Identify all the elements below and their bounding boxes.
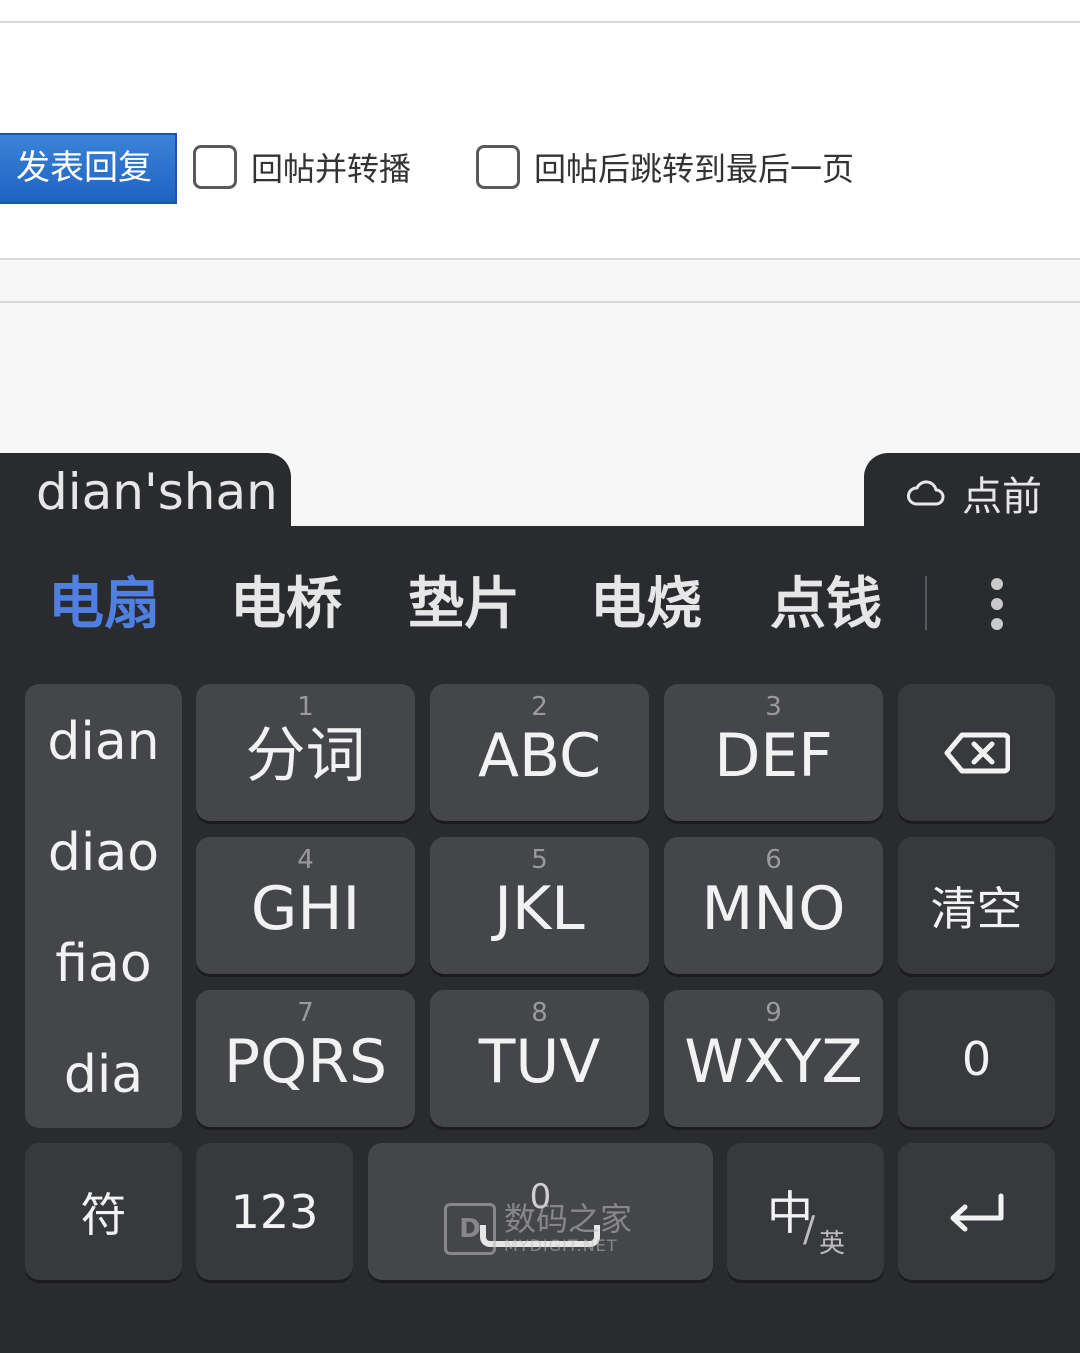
candidate-item[interactable]: 点钱: [770, 560, 882, 650]
key-label: WXYZ: [684, 1027, 863, 1097]
key-4[interactable]: 4 GHI: [196, 837, 415, 974]
key-number: 7: [297, 998, 314, 1028]
divider: [0, 21, 1080, 23]
key-label: GHI: [250, 874, 361, 944]
jump-last-page-option[interactable]: 回帖后跳转到最后一页: [476, 145, 854, 189]
watermark-en: MYDIGIT.NET: [504, 1236, 618, 1255]
key-1[interactable]: 1 分词: [196, 684, 415, 821]
cloud-candidate-text: 点前: [962, 474, 1042, 520]
key-number: 5: [531, 845, 548, 875]
key-label: DEF: [714, 721, 833, 791]
lang-slash: /: [803, 1209, 816, 1250]
key-5[interactable]: 5 JKL: [430, 837, 649, 974]
candidate-bar: 电扇 电桥 垫片 电烧 点钱: [0, 560, 1080, 650]
key-3[interactable]: 3 DEF: [664, 684, 883, 821]
cloud-candidate[interactable]: 点前: [864, 453, 1080, 533]
lang-sub-label: 英: [819, 1229, 846, 1259]
pinyin-option[interactable]: diao: [25, 823, 182, 883]
candidate-item[interactable]: 电烧: [590, 560, 702, 650]
key-label: JKL: [494, 874, 585, 944]
pinyin-option[interactable]: dia: [25, 1045, 182, 1105]
zero-key[interactable]: 0: [898, 990, 1055, 1127]
more-vertical-icon[interactable]: [985, 578, 1009, 630]
candidate-item[interactable]: 垫片: [408, 560, 520, 650]
enter-icon: [950, 1193, 1003, 1231]
key-number: 2: [531, 692, 548, 722]
symbol-label: 符: [80, 1187, 127, 1242]
key-label: PQRS: [223, 1027, 388, 1097]
pinyin-list: dian diao fiao dia: [25, 684, 182, 1128]
key-label: TUV: [478, 1027, 601, 1097]
enter-key[interactable]: [898, 1143, 1055, 1280]
key-number: 9: [765, 998, 782, 1028]
key-7[interactable]: 7 PQRS: [196, 990, 415, 1127]
key-8[interactable]: 8 TUV: [430, 990, 649, 1127]
candidate-separator: [925, 576, 927, 630]
key-number: 8: [531, 998, 548, 1028]
zero-label: 0: [961, 1031, 992, 1086]
key-label: ABC: [477, 721, 602, 791]
key-label: 分词: [245, 721, 366, 791]
divider: [0, 301, 1080, 303]
repost-label: 回帖并转播: [251, 150, 412, 188]
key-number: 6: [765, 845, 782, 875]
pinyin-option[interactable]: dian: [25, 712, 182, 772]
watermark-logo: D: [444, 1202, 496, 1255]
key-number: 1: [297, 692, 314, 722]
symbol-key[interactable]: 符: [25, 1143, 182, 1280]
key-number: 3: [765, 692, 782, 722]
numeric-key[interactable]: 123: [196, 1143, 353, 1280]
jump-last-page-checkbox[interactable]: [476, 145, 520, 189]
composition-text: dian'shan: [0, 453, 291, 533]
repost-checkbox[interactable]: [193, 145, 237, 189]
submit-reply-button[interactable]: 发表回复: [0, 133, 177, 204]
candidate-item[interactable]: 电桥: [230, 560, 342, 650]
backspace-icon: [944, 732, 1010, 773]
clear-key[interactable]: 清空: [898, 837, 1055, 974]
key-2[interactable]: 2 ABC: [430, 684, 649, 821]
candidate-item[interactable]: 电扇: [48, 560, 160, 650]
watermark: D 数码之家 MYDIGIT.NET: [444, 1202, 632, 1255]
language-switch-key[interactable]: 中 / 英: [727, 1143, 884, 1280]
numeric-label: 123: [230, 1184, 319, 1239]
key-number: 4: [297, 845, 314, 875]
cloud-icon: [907, 480, 945, 506]
clear-label: 清空: [930, 881, 1023, 936]
watermark-cn: 数码之家: [504, 1200, 633, 1238]
key-label: MNO: [701, 874, 846, 944]
key-9[interactable]: 9 WXYZ: [664, 990, 883, 1127]
repost-option[interactable]: 回帖并转播: [193, 145, 411, 189]
divider: [0, 258, 1080, 260]
page-background: [0, 304, 1080, 464]
reply-form: 发表回复 回帖并转播 回帖后跳转到最后一页: [0, 0, 1080, 260]
key-6[interactable]: 6 MNO: [664, 837, 883, 974]
pinyin-option[interactable]: fiao: [25, 934, 182, 994]
backspace-key[interactable]: [898, 684, 1055, 821]
jump-last-page-label: 回帖后跳转到最后一页: [534, 150, 855, 188]
